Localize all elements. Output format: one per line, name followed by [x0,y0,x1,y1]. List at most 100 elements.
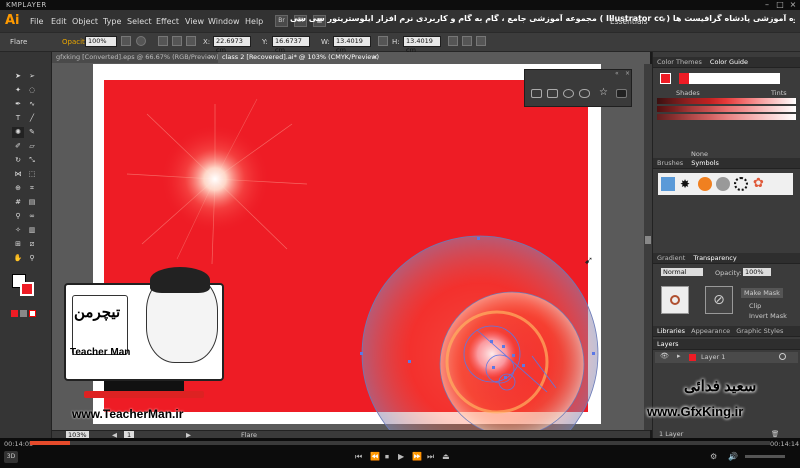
perspective-grid-tool-icon[interactable]: ⌗ [26,183,38,194]
close-icon[interactable]: × [788,0,798,10]
workspace-switcher[interactable]: Essentials [610,17,648,26]
reflect-icon[interactable] [462,36,472,46]
polygon-shape-icon[interactable] [579,89,590,98]
recolor-icon[interactable] [136,36,146,46]
artboard-tool-icon[interactable]: ⊞ [12,239,24,250]
menu-help[interactable]: Help [245,17,263,26]
menu-file[interactable]: File [30,17,43,26]
rectangle-shape-icon[interactable] [531,89,542,98]
layer-name[interactable]: Layer 1 [701,353,725,361]
symbol-flower[interactable]: ✿ [753,176,764,191]
symbol-blue-banner[interactable] [661,177,675,191]
lasso-tool-icon[interactable]: ◌ [26,85,38,96]
selection-tool-icon[interactable]: ➤ [12,71,24,82]
rounded-rectangle-shape-icon[interactable] [547,89,558,98]
tab-gradient[interactable]: Gradient [657,254,685,262]
layer-row[interactable]: 👁 ▸ Layer 1 [655,352,798,363]
menu-effect[interactable]: Effect [156,17,179,26]
tab-libraries[interactable]: Libraries [657,327,685,335]
menu-type[interactable]: Type [103,17,121,26]
pen-tool-icon[interactable]: ✒ [12,99,24,110]
h-field[interactable]: 13.4019 cm [403,36,441,54]
x-field[interactable]: 22.6973 cm [213,36,251,54]
minimize-icon[interactable]: – [762,0,772,10]
expand-layer-icon[interactable]: ▸ [677,352,681,360]
3d-icon[interactable]: 3D [4,451,18,463]
tab-brushes[interactable]: Brushes [657,159,683,167]
flare-shape-icon[interactable] [616,89,627,98]
clip-checkbox[interactable]: Clip [749,302,761,310]
rotate-icon[interactable] [448,36,458,46]
stop-icon[interactable]: ⏹ [385,452,389,462]
tab-close-icon[interactable]: × [208,53,214,61]
forward-icon[interactable]: ⏩ [412,452,422,461]
volume-icon[interactable]: 🔊 [728,452,738,461]
menu-view[interactable]: View [185,17,204,26]
shape-builder-tool-icon[interactable]: ⊕ [12,183,24,194]
free-transform-tool-icon[interactable]: ⬚ [26,169,38,180]
hand-tool-icon[interactable]: ✋ [12,253,24,264]
y-field[interactable]: 16.6737 cm [272,36,310,54]
tab-symbols[interactable]: Symbols [691,159,719,167]
workspace-chevron-icon[interactable]: ▾ [662,16,666,24]
harmony-rule-bar[interactable] [679,73,780,84]
visibility-eye-icon[interactable]: 👁 [660,352,669,360]
mask-placeholder-icon[interactable]: ⊘ [705,286,733,314]
rewind-icon[interactable]: ⏪ [370,452,380,461]
opacity-field[interactable]: 100% [85,36,117,47]
tab-transparency[interactable]: Transparency [693,254,736,262]
opacity-dropdown-icon[interactable] [121,36,131,46]
stroke-swatch[interactable] [20,282,34,296]
type-tool-icon[interactable]: T [12,113,24,124]
menu-select[interactable]: Select [127,17,152,26]
symbol-splat[interactable]: ✸ [680,177,690,191]
slice-tool-icon[interactable]: ⧄ [26,239,38,250]
gradient-tool-icon[interactable]: ▤ [26,197,38,208]
w-field[interactable]: 13.4019 cm [333,36,371,54]
panel-close-icon[interactable]: × [625,70,630,77]
grid-icon[interactable] [172,36,182,46]
scale-tool-icon[interactable]: ⤡ [26,155,38,166]
color-mode-icon[interactable] [11,310,18,317]
play-icon[interactable]: ▶ [398,452,404,461]
eyedropper-tool-icon[interactable]: ⚲ [12,211,24,222]
symbol-gray-dot[interactable] [716,177,730,191]
opacity-field-panel[interactable]: 100% [743,268,771,276]
menu-object[interactable]: Object [72,17,98,26]
symbol-sprayer-tool-icon[interactable]: ✧ [12,225,24,236]
menu-edit[interactable]: Edit [51,17,67,26]
vertical-scrollbar[interactable] [644,64,652,430]
layer-target-icon[interactable] [779,353,786,360]
blend-tool-icon[interactable]: ∞ [26,211,38,222]
mesh-tool-icon[interactable]: # [12,197,24,208]
tab-gfxking[interactable]: gfxking [Converted].eps @ 66.67% (RGB/Pr… [52,52,223,63]
shaper-tool-icon[interactable]: ✐ [12,141,24,152]
delete-layer-icon[interactable]: 🗑 [771,430,779,438]
make-mask-button[interactable]: Make Mask [741,288,783,298]
magic-wand-tool-icon[interactable]: ✦ [12,85,24,96]
eraser-tool-icon[interactable]: ▱ [26,141,38,152]
curvature-tool-icon[interactable]: ∿ [26,99,38,110]
base-color-swatch[interactable] [660,73,671,84]
symbol-orange-dot[interactable] [698,177,712,191]
shades-swatch-row[interactable] [657,98,796,104]
tab-appearance[interactable]: Appearance [691,327,730,335]
constrain-link-icon[interactable] [378,36,388,46]
menu-window[interactable]: Window [208,17,240,26]
rotate-tool-icon[interactable]: ↻ [12,155,24,166]
volume-slider[interactable] [745,455,785,458]
zoom-tool-icon[interactable]: ⚲ [26,253,38,264]
prev-icon[interactable]: ⏮ [355,452,362,462]
eject-icon[interactable]: ⏏ [442,452,450,461]
tab-color-themes[interactable]: Color Themes [657,58,702,66]
isolate-icon[interactable] [476,36,486,46]
tab-color-guide[interactable]: Color Guide [710,58,748,66]
width-tool-icon[interactable]: ⋈ [12,169,24,180]
align-icon[interactable] [158,36,168,46]
seek-bar[interactable] [30,441,770,445]
invert-mask-checkbox[interactable]: Invert Mask [749,312,787,320]
direct-selection-tool-icon[interactable]: ➢ [26,71,38,82]
next-icon[interactable]: ⏭ [427,452,434,462]
blend-mode-select[interactable]: Normal [661,268,703,276]
maximize-icon[interactable]: □ [775,0,785,10]
